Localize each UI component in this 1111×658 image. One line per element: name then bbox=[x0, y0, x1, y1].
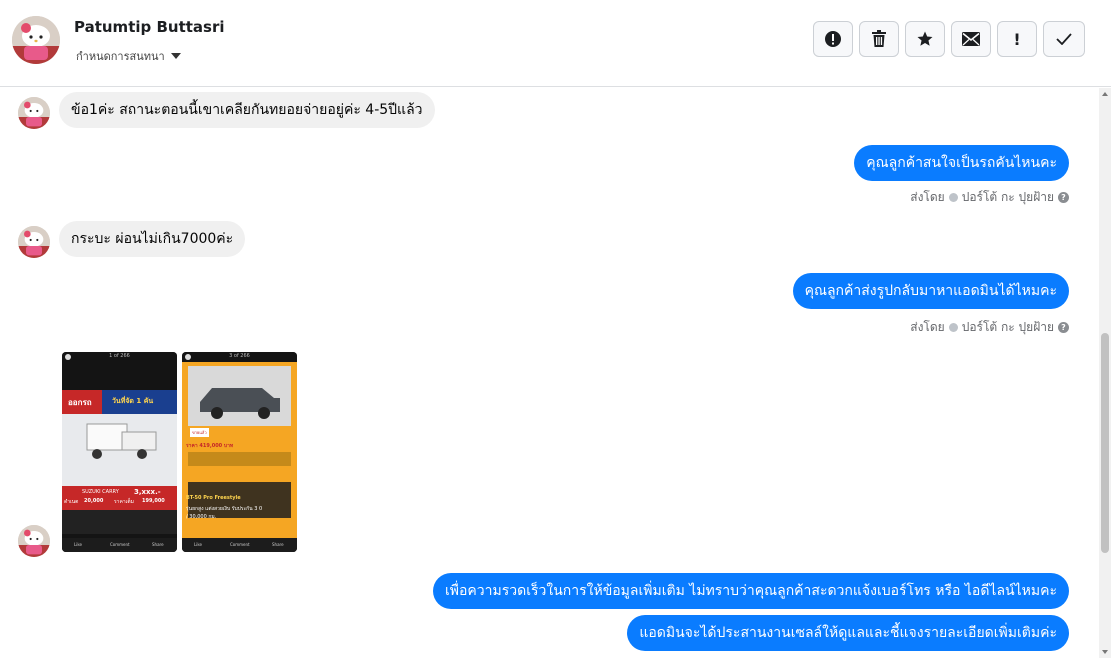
shot-comment: Comment bbox=[110, 542, 130, 547]
shot-line1: รุ่นยกสูง แต่งสวยเงิบ รับประกัน 3 0 bbox=[186, 506, 263, 512]
assign-label: กำหนดการสนทนา bbox=[76, 50, 165, 63]
shot-value-b: 199,000 bbox=[142, 498, 165, 504]
contact-avatar-small bbox=[18, 226, 50, 258]
incoming-message[interactable]: ข้อ1ค่ะ สถานะตอนนี้เขาเคลียกันทยอยจ่ายอย… bbox=[59, 92, 435, 128]
shot-like: Like bbox=[194, 542, 202, 547]
envelope-icon bbox=[962, 32, 980, 46]
conversation-header: Patumtip Buttasri กำหนดการสนทนา ! bbox=[0, 0, 1111, 87]
shot-price: ราคา 419,000 บาท bbox=[186, 443, 234, 449]
sent-by-name: ปอร์โต้ กะ ปุยฝ้าย bbox=[961, 190, 1054, 204]
thread-scrollbar[interactable] bbox=[1099, 88, 1111, 658]
shot-comment: Comment bbox=[230, 542, 250, 547]
mark-unread-button[interactable] bbox=[951, 21, 991, 57]
spam-button[interactable] bbox=[813, 21, 853, 57]
shot-price-tag: 3,xxx.- bbox=[134, 488, 161, 496]
shot-banner-right: วันที่จัด 1 คัน bbox=[112, 397, 154, 405]
shot-badge: ขายแล้ว bbox=[190, 428, 209, 437]
shot-label-b: ราคาเต็ม bbox=[114, 499, 134, 505]
sent-by-info: ส่งโดย ปอร์โต้ กะ ปุยฝ้าย ? bbox=[910, 188, 1069, 207]
sent-by-label: ส่งโดย bbox=[910, 190, 945, 204]
incoming-message[interactable]: กระบะ ผ่อนไม่เกิน7000ค่ะ bbox=[59, 221, 246, 257]
scroll-down-arrow-icon[interactable] bbox=[1102, 650, 1108, 654]
exclamation-icon: ! bbox=[1013, 29, 1021, 49]
scrollbar-thumb[interactable] bbox=[1101, 333, 1109, 553]
message-thread[interactable]: ข้อ1ค่ะ สถานะตอนนี้เขาเคลียกันทยอยจ่ายอย… bbox=[0, 88, 1099, 658]
shot-value-a: 20,000 bbox=[84, 498, 104, 504]
check-icon bbox=[1056, 33, 1072, 45]
agent-dot-icon bbox=[948, 193, 958, 202]
sent-by-info: ส่งโดย ปอร์โต้ กะ ปุยฝ้าย ? bbox=[910, 318, 1069, 337]
star-button[interactable] bbox=[905, 21, 945, 57]
contact-name[interactable]: Patumtip Buttasri bbox=[74, 18, 225, 36]
alert-circle-icon bbox=[825, 31, 841, 47]
shot-model: BT-50 Pro Freestyle bbox=[186, 495, 241, 501]
image-attachment[interactable]: 1 of 266 ออกรถ วันที่จัด 1 คัน SUZUKI CA… bbox=[62, 352, 177, 552]
outgoing-message[interactable]: คุณลูกค้าสนใจเป็นรถคันไหนคะ bbox=[854, 145, 1069, 181]
shot-line2: / 30,000 กม. bbox=[186, 514, 217, 520]
conversation-assign-dropdown[interactable]: กำหนดการสนทนา bbox=[76, 47, 181, 65]
contact-avatar[interactable] bbox=[12, 16, 60, 64]
outgoing-message[interactable]: แอดมินจะได้ประสานงานเซลล์ให้ดูแลและชี้แจ… bbox=[627, 615, 1069, 651]
shot-label-a: ดำเนต bbox=[64, 499, 79, 505]
outgoing-message[interactable]: เพื่อความรวดเร็วในการให้ข้อมูลเพิ่มเติม … bbox=[432, 573, 1069, 609]
shot-counter: 3 of 266 bbox=[229, 353, 250, 359]
follow-up-button[interactable]: ! bbox=[997, 21, 1037, 57]
car-ad-screenshot-1 bbox=[62, 352, 177, 552]
contact-avatar-small bbox=[18, 97, 50, 129]
sent-by-label: ส่งโดย bbox=[910, 320, 945, 334]
trash-icon bbox=[872, 30, 886, 47]
agent-dot-icon bbox=[948, 323, 958, 332]
outgoing-message[interactable]: คุณลูกค้าส่งรูปกลับมาหาแอดมินได้ไหมคะ bbox=[792, 273, 1069, 309]
help-icon[interactable]: ? bbox=[1058, 192, 1069, 203]
mark-done-button[interactable] bbox=[1043, 21, 1085, 57]
car-ad-screenshot-2 bbox=[182, 352, 297, 552]
shot-share: Share bbox=[152, 542, 164, 547]
shot-model: SUZUKI CARRY bbox=[82, 489, 119, 495]
contact-avatar-small bbox=[18, 525, 50, 557]
delete-button[interactable] bbox=[859, 21, 899, 57]
image-attachment[interactable]: 3 of 266 ขายแล้ว ราคา 419,000 บาท BT-50 … bbox=[182, 352, 297, 552]
shot-banner-left: ออกรถ bbox=[68, 398, 92, 407]
star-icon bbox=[917, 31, 933, 46]
sent-by-name: ปอร์โต้ กะ ปุยฝ้าย bbox=[961, 320, 1054, 334]
caret-down-icon bbox=[170, 53, 181, 59]
shot-like: Like bbox=[74, 542, 82, 547]
shot-counter: 1 of 266 bbox=[109, 353, 130, 359]
action-toolbar: ! bbox=[813, 21, 1085, 57]
shot-share: Share bbox=[272, 542, 284, 547]
scroll-up-arrow-icon[interactable] bbox=[1102, 92, 1108, 96]
help-icon[interactable]: ? bbox=[1058, 322, 1069, 333]
